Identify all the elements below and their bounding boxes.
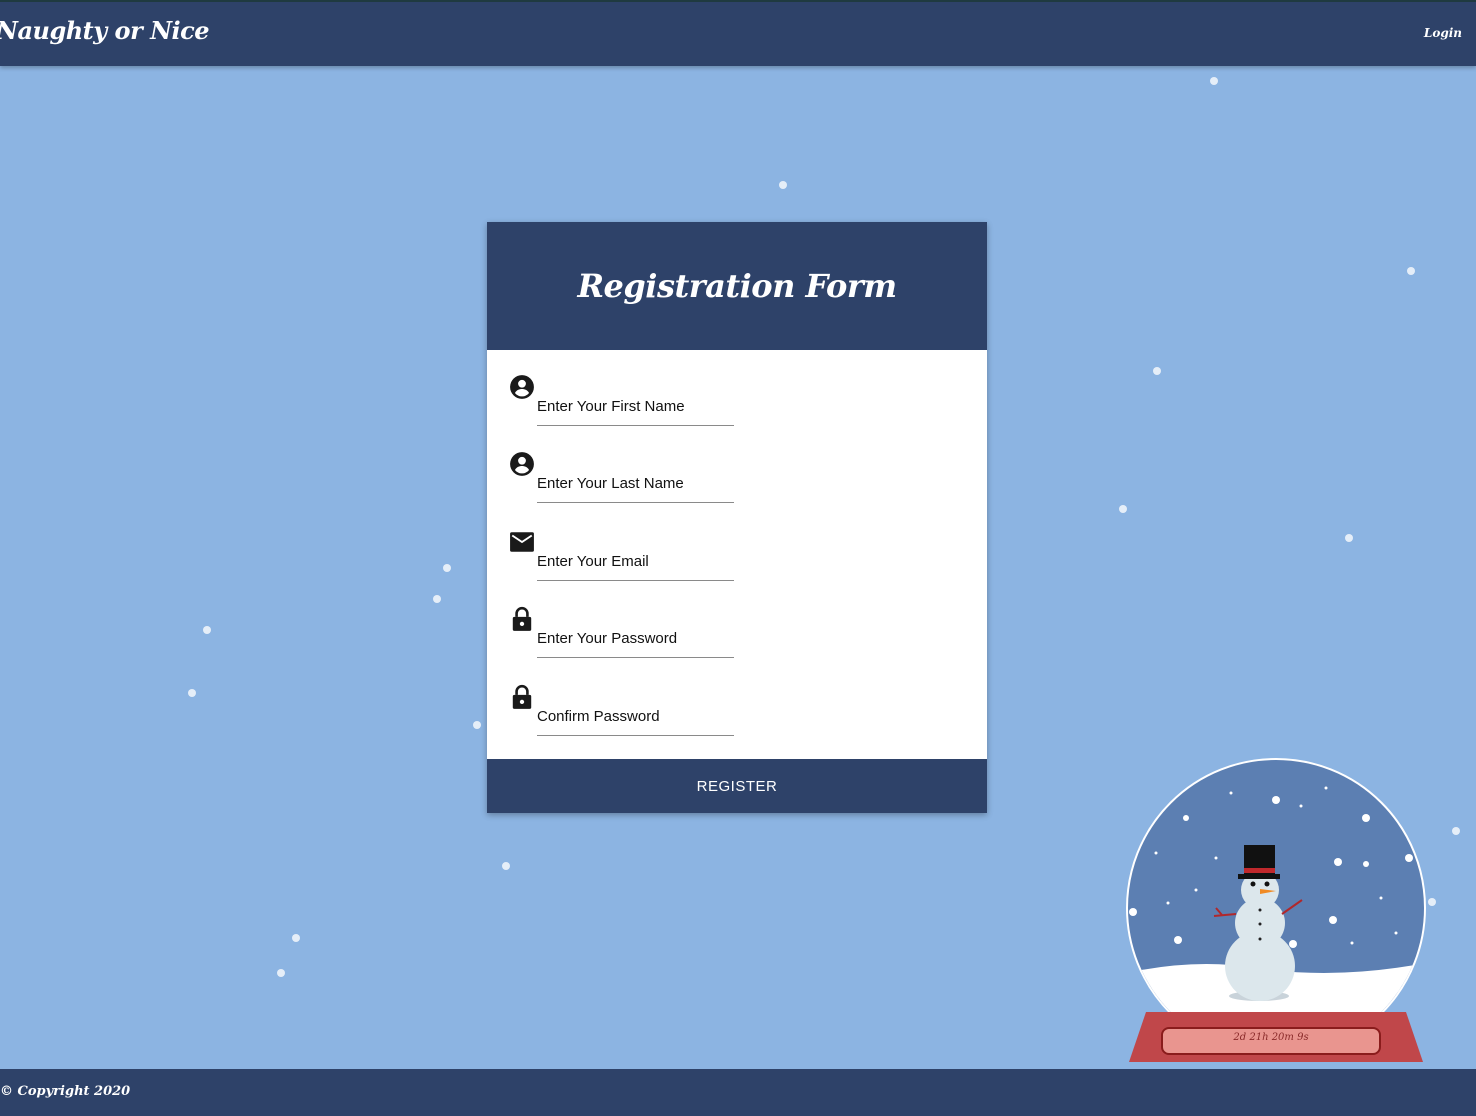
snowflake xyxy=(1119,505,1127,513)
mail-icon xyxy=(510,532,534,552)
snowflake xyxy=(473,721,481,729)
top-navbar: Naughty or Nice Login xyxy=(0,0,1476,66)
register-button[interactable]: REGISTER xyxy=(487,759,987,813)
first-name-input[interactable] xyxy=(537,392,734,426)
account-circle-icon xyxy=(510,452,534,476)
email-field xyxy=(509,529,739,589)
snowflake xyxy=(1407,267,1415,275)
account-circle-icon xyxy=(510,375,534,399)
snow-globe-illustration xyxy=(1126,758,1426,1062)
password-field xyxy=(509,606,739,666)
snowflake xyxy=(1210,77,1218,85)
login-link[interactable]: Login xyxy=(1424,26,1462,40)
snow-globe: 2d 21h 20m 9s xyxy=(1126,758,1426,1063)
footer: © Copyright 2020 xyxy=(0,1069,1476,1116)
first-name-field xyxy=(509,374,739,434)
snowflake xyxy=(277,969,285,977)
snowflake xyxy=(433,595,441,603)
copyright-text: © Copyright 2020 xyxy=(0,1084,131,1099)
last-name-field xyxy=(509,451,739,511)
lock-icon xyxy=(512,684,532,709)
form-title: Registration Form xyxy=(577,267,897,305)
snowflake xyxy=(188,689,196,697)
email-input[interactable] xyxy=(537,547,734,581)
confirm-password-input[interactable] xyxy=(537,702,734,736)
snowflake xyxy=(502,862,510,870)
registration-card: Registration Form Enter Your First Name … xyxy=(487,222,987,813)
last-name-input[interactable] xyxy=(537,469,734,503)
confirm-password-field xyxy=(509,684,739,744)
brand-logo[interactable]: Naughty or Nice xyxy=(0,16,210,45)
registration-header: Registration Form xyxy=(487,222,987,350)
snowflake xyxy=(1428,898,1436,906)
snowflake xyxy=(443,564,451,572)
snowflake xyxy=(779,181,787,189)
snowflake xyxy=(203,626,211,634)
christmas-countdown: 2d 21h 20m 9s xyxy=(1233,1032,1309,1043)
snowflake xyxy=(1452,827,1460,835)
lock-icon xyxy=(512,606,532,631)
password-input[interactable] xyxy=(537,624,734,658)
snowflake xyxy=(1345,534,1353,542)
snowflake xyxy=(1153,367,1161,375)
snowflake xyxy=(292,934,300,942)
